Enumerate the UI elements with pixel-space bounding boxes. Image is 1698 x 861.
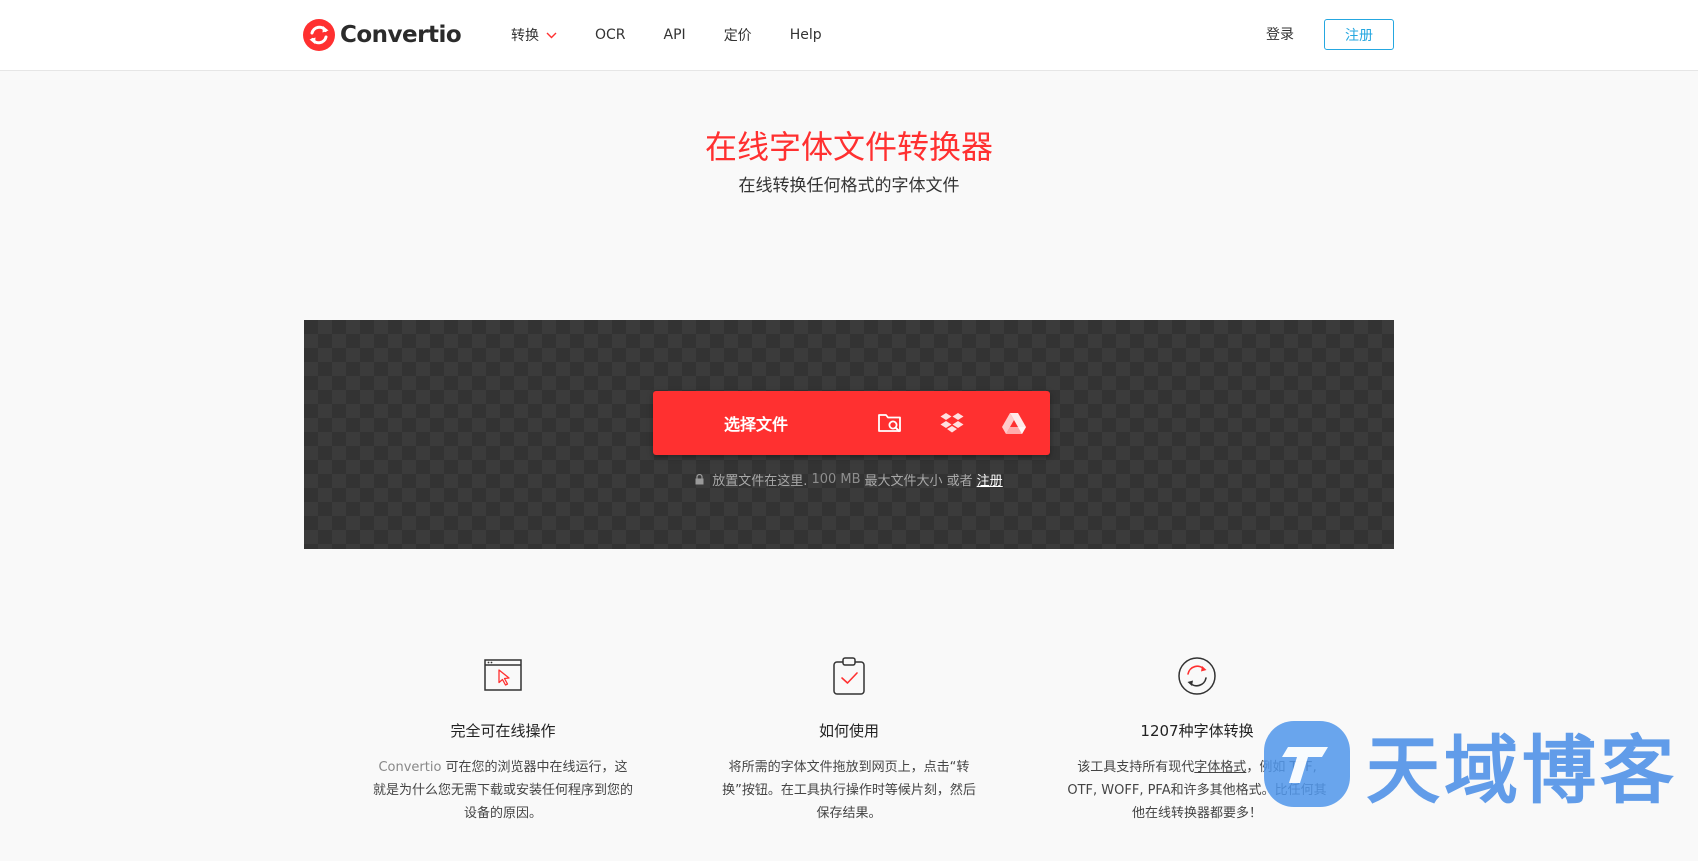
drop-hint-text: 放置文件在这里.: [712, 474, 808, 489]
feature-text-a: 该工具支持所有现代: [1077, 760, 1195, 775]
nav-pricing[interactable]: 定价: [724, 25, 752, 45]
nav-api[interactable]: API: [664, 27, 686, 43]
max-size-value: 100 MB: [811, 472, 861, 487]
nav-ocr[interactable]: OCR: [595, 27, 626, 43]
logo-wordmark: Convertio: [340, 22, 462, 48]
from-computer-button[interactable]: [859, 391, 921, 455]
google-drive-icon: [1002, 413, 1026, 434]
feature-online: 完全可在线操作 Convertio 可在您的浏览器中在线运行，这就是为什么您无需…: [373, 655, 633, 825]
feature-description: 该工具支持所有现代字体格式，例如 TTF, OTF, WOFF, PFA和许多其…: [1067, 756, 1327, 825]
chevron-down-icon: [546, 32, 557, 38]
folder-search-icon: [878, 414, 901, 432]
top-header: Convertio 转换 OCR API 定价 Help 登录 注册: [0, 0, 1698, 71]
watermark-text: 天域博客: [1366, 727, 1678, 814]
convertio-logo-icon: [303, 19, 335, 51]
upload-toolbar: 选择文件: [653, 391, 1050, 455]
feature-conversions: 1207种字体转换 该工具支持所有现代字体格式，例如 TTF, OTF, WOF…: [1067, 655, 1327, 825]
drop-hint-middle: 最大文件大小 或者: [864, 474, 973, 489]
from-dropbox-button[interactable]: [921, 391, 983, 455]
page-subtitle: 在线转换任何格式的字体文件: [738, 176, 960, 196]
login-link[interactable]: 登录: [1266, 24, 1294, 44]
refresh-circle-icon: [1178, 657, 1216, 695]
feature-how-to: 如何使用 将所需的字体文件拖放到网页上，点击“转换”按钮。在工具执行操作时等候片…: [719, 655, 979, 825]
choose-files-button[interactable]: 选择文件: [653, 391, 859, 455]
feature-description: 将所需的字体文件拖放到网页上，点击“转换”按钮。在工具执行操作时等候片刻，然后保…: [722, 760, 976, 821]
browser-cursor-icon: [484, 659, 522, 691]
signup-link[interactable]: 注册: [977, 470, 1003, 489]
signup-button[interactable]: 注册: [1324, 19, 1394, 50]
font-formats-link[interactable]: 字体格式: [1194, 760, 1246, 775]
dropbox-icon: [940, 413, 964, 433]
convertio-logo[interactable]: Convertio: [303, 18, 462, 52]
nav-convert-dropdown[interactable]: 转换: [511, 25, 557, 45]
nav-help[interactable]: Help: [790, 27, 822, 43]
feature-title: 如何使用: [818, 722, 879, 740]
nav-convert-label: 转换: [511, 28, 539, 44]
drop-hint: 放置文件在这里. 100 MB 最大文件大小 或者 注册: [304, 470, 1394, 489]
feature-title: 完全可在线操作: [450, 722, 556, 740]
lock-icon: [695, 474, 704, 485]
main-nav: 转换 OCR API 定价 Help: [511, 0, 860, 70]
from-google-drive-button[interactable]: [983, 391, 1045, 455]
brand-mention: Convertio: [378, 760, 442, 775]
file-drop-zone[interactable]: 选择文件 放置文件在这里. 100 MB 最大文件大小 或者 注册: [304, 320, 1394, 549]
feature-title: 1207种字体转换: [1140, 722, 1254, 740]
page-title: 在线字体文件转换器: [704, 128, 993, 166]
feature-description: Convertio 可在您的浏览器中在线运行，这就是为什么您无需下载或安装任何程…: [373, 756, 633, 825]
clipboard-check-icon: [833, 657, 865, 695]
